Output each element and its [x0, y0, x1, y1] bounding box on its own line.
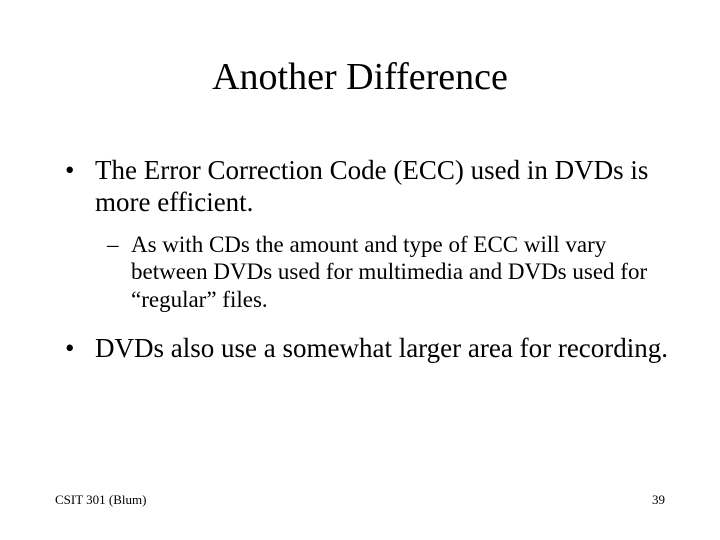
bullet-item: • DVDs also use a somewhat larger area f… — [65, 332, 670, 364]
bullet-item: • The Error Correction Code (ECC) used i… — [65, 154, 670, 219]
bullet-text: The Error Correction Code (ECC) used in … — [95, 154, 670, 219]
slide: Another Difference • The Error Correctio… — [0, 0, 720, 540]
slide-footer: CSIT 301 (Blum) 39 — [55, 492, 665, 508]
footer-left: CSIT 301 (Blum) — [55, 492, 147, 508]
bullet-text: DVDs also use a somewhat larger area for… — [95, 332, 670, 364]
bullet-marker: – — [107, 231, 131, 314]
slide-content: • The Error Correction Code (ECC) used i… — [50, 154, 670, 364]
bullet-marker: • — [65, 154, 95, 219]
bullet-subitem: – As with CDs the amount and type of ECC… — [107, 231, 670, 314]
bullet-text: As with CDs the amount and type of ECC w… — [131, 231, 670, 314]
bullet-marker: • — [65, 332, 95, 364]
slide-number: 39 — [652, 492, 665, 508]
slide-title: Another Difference — [50, 55, 670, 99]
